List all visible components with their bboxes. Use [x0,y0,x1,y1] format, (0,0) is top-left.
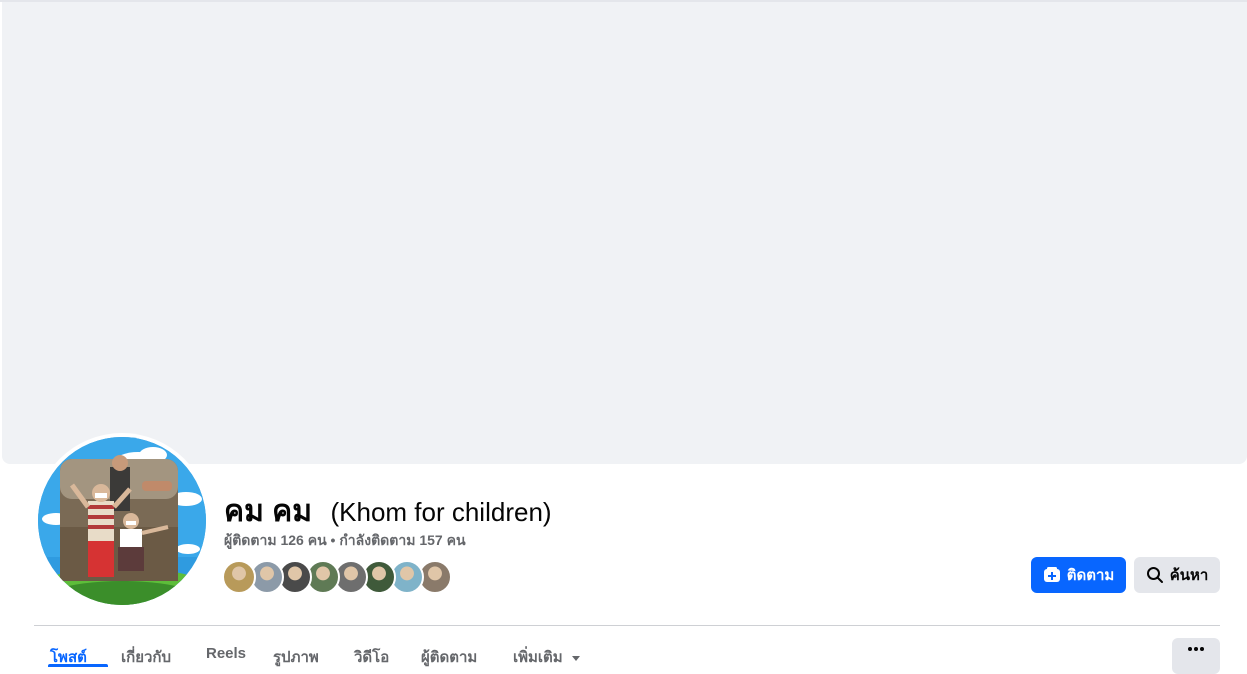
profile-picture-image [38,437,206,605]
more-icon [1188,647,1204,651]
profile-picture[interactable] [34,433,210,609]
more-options-button[interactable] [1172,638,1220,674]
follower-stats[interactable]: ผู้ติดตาม 126 คน • กำลังติดตาม 157 คน [224,530,466,552]
tab-photos[interactable]: รูปภาพ [273,645,319,669]
profile-name: คม คม [224,495,313,528]
cover-photo[interactable] [2,2,1247,464]
follow-icon [1043,567,1060,582]
search-button-label: ค้นหา [1169,567,1209,584]
tab-reels[interactable]: Reels [206,645,246,662]
tab-about[interactable]: เกี่ยวกับ [121,645,171,669]
profile-alternate-name: (Khom for children) [330,497,552,527]
tab-more[interactable]: เพิ่มเติม [513,645,581,669]
tab-more-label: เพิ่มเติม [513,649,563,666]
tab-followers[interactable]: ผู้ติดตาม [421,645,477,669]
chevron-down-icon [571,656,580,662]
tabs-divider [34,625,1220,626]
follow-button[interactable]: ติดตาม [1031,557,1126,593]
follow-button-label: ติดตาม [1066,567,1115,584]
tab-videos[interactable]: วิดีโอ [354,645,389,669]
profile-name-row: คม คม (Khom for children) [224,488,552,535]
follower-avatar[interactable] [222,560,256,594]
search-button[interactable]: ค้นหา [1134,557,1220,593]
search-icon [1146,567,1163,583]
